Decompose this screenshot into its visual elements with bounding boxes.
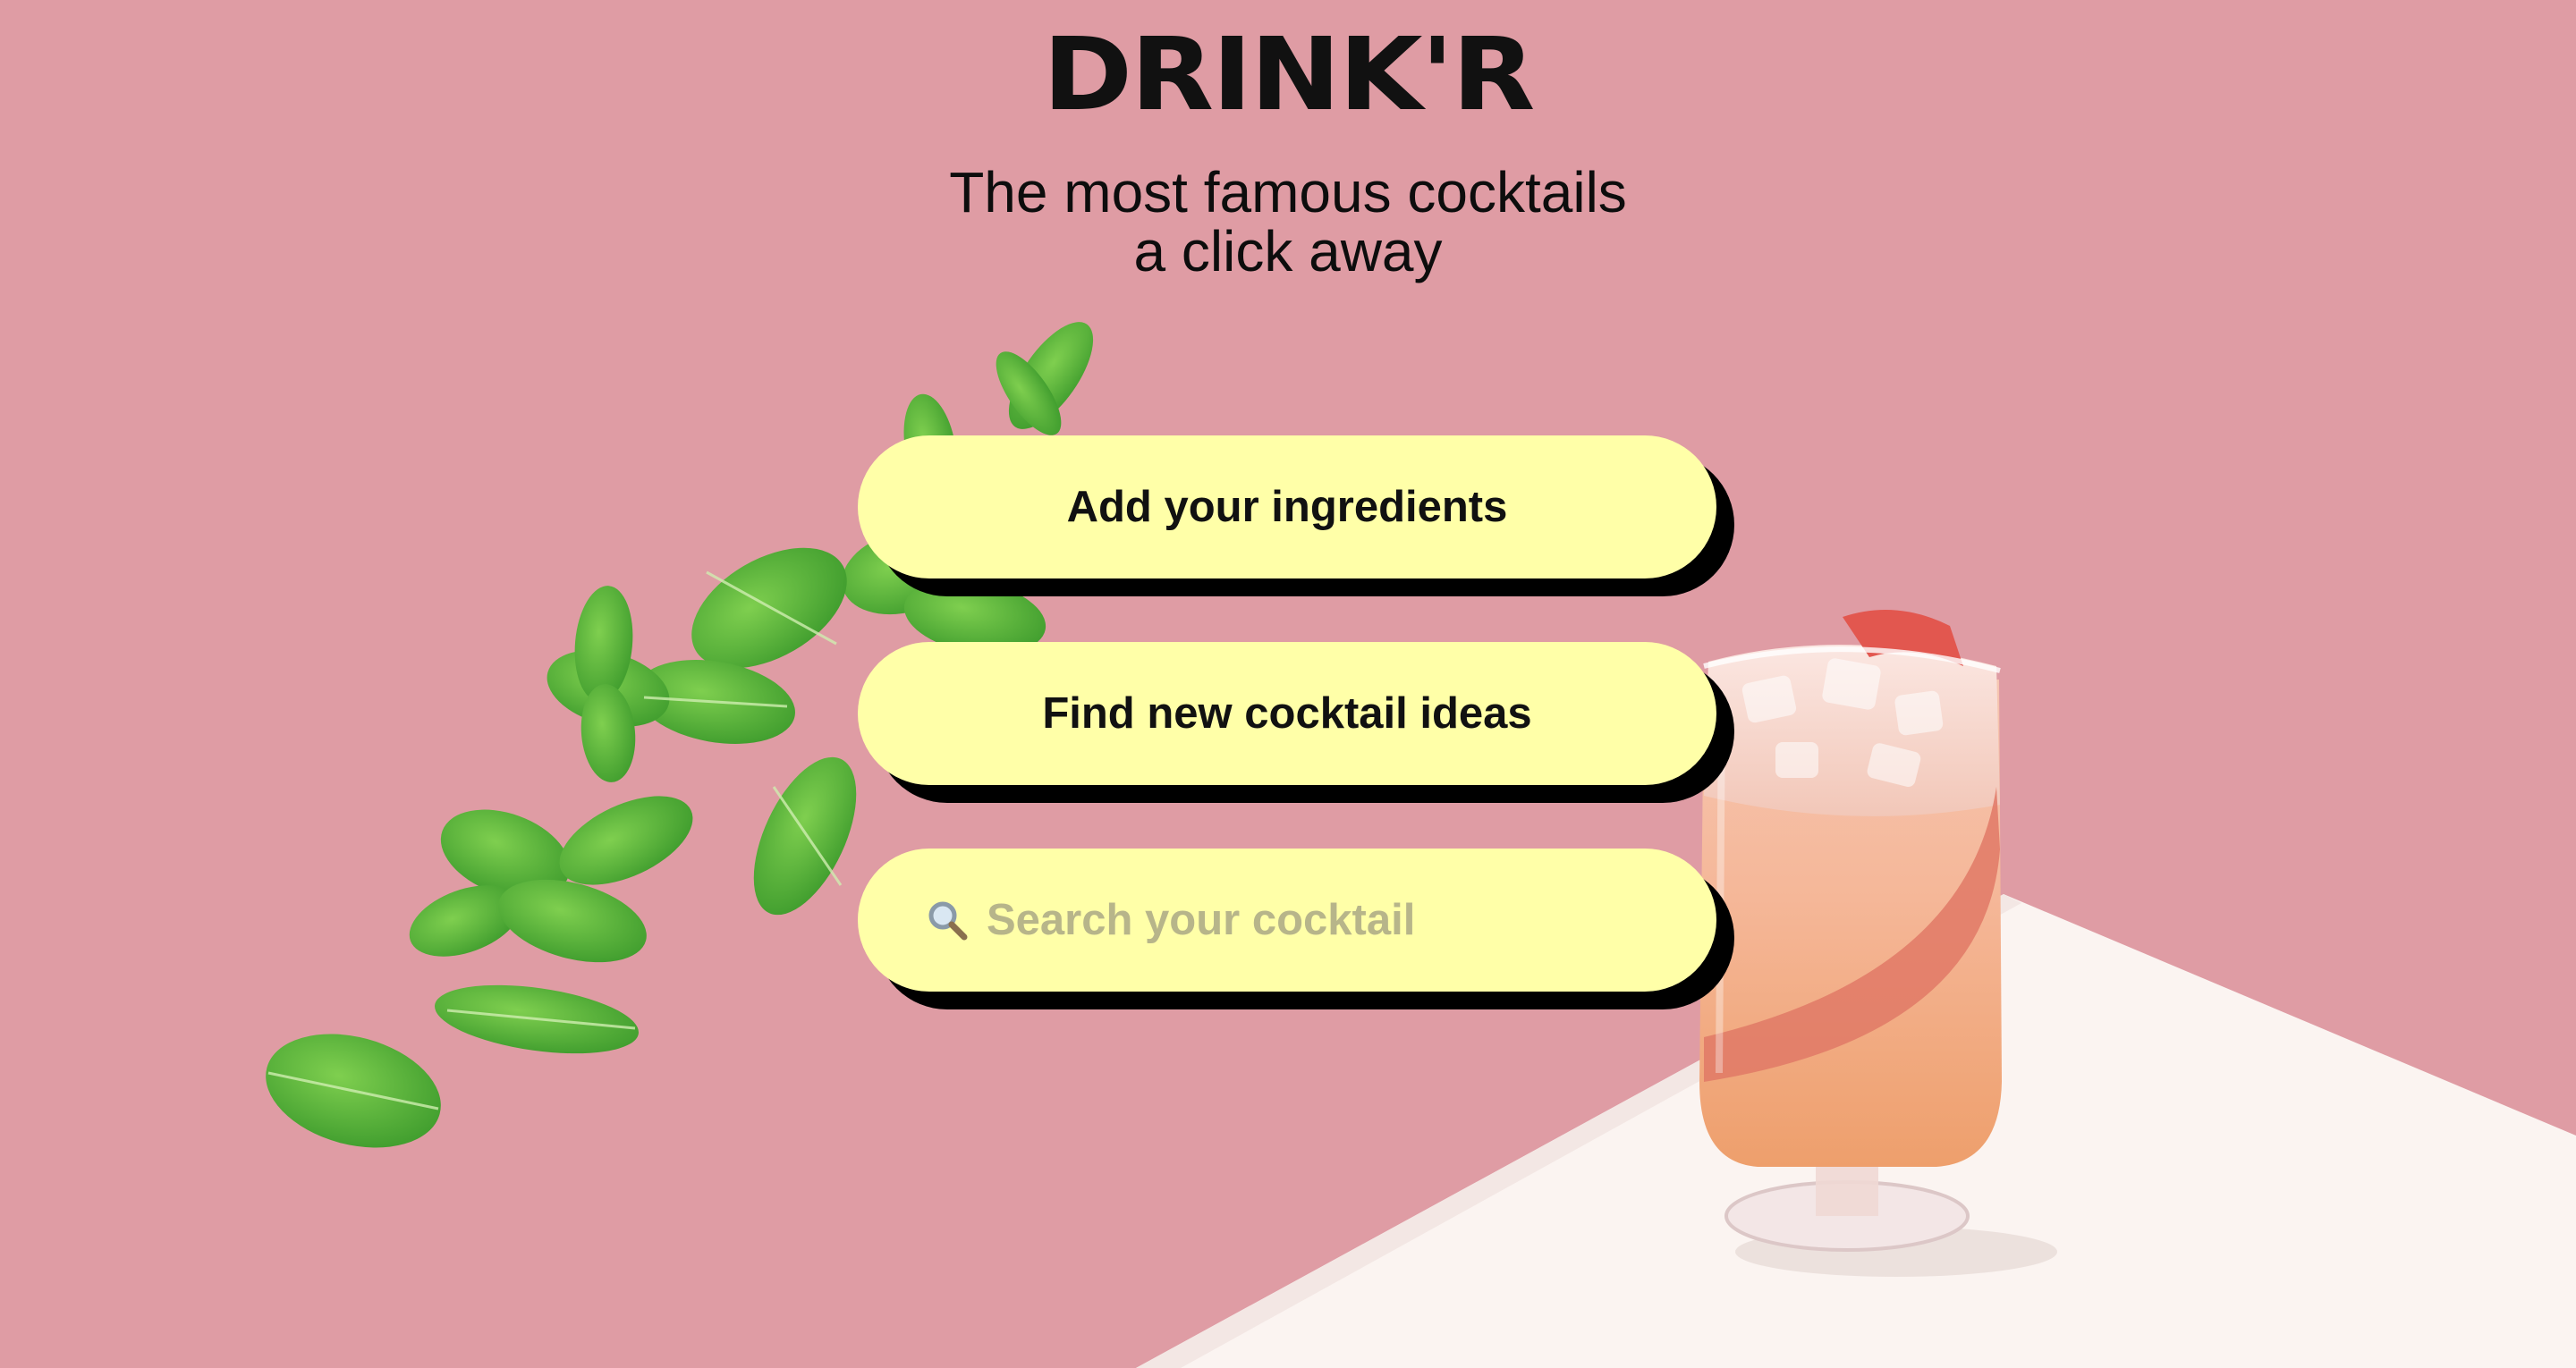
page-tagline: The most famous cocktails a click away (0, 163, 2576, 281)
search-input[interactable] (985, 894, 1668, 946)
add-ingredients-wrapper: Add your ingredients (858, 435, 1734, 596)
add-ingredients-button[interactable]: Add your ingredients (858, 435, 1716, 578)
search-wrapper (858, 849, 1734, 1009)
app-logo: DRINK'R (1042, 17, 1536, 133)
find-cocktail-ideas-button[interactable]: Find new cocktail ideas (858, 642, 1716, 785)
tagline-line-2: a click away (1133, 219, 1443, 283)
find-ideas-wrapper: Find new cocktail ideas (858, 642, 1734, 803)
search-icon (928, 901, 968, 941)
cocktail-glass-image (1699, 610, 2002, 1252)
search-bar[interactable] (858, 849, 1716, 992)
tagline-line-1: The most famous cocktails (949, 160, 1627, 224)
landing-page: DRINK'R The most famous cocktails a clic… (0, 0, 2576, 1368)
